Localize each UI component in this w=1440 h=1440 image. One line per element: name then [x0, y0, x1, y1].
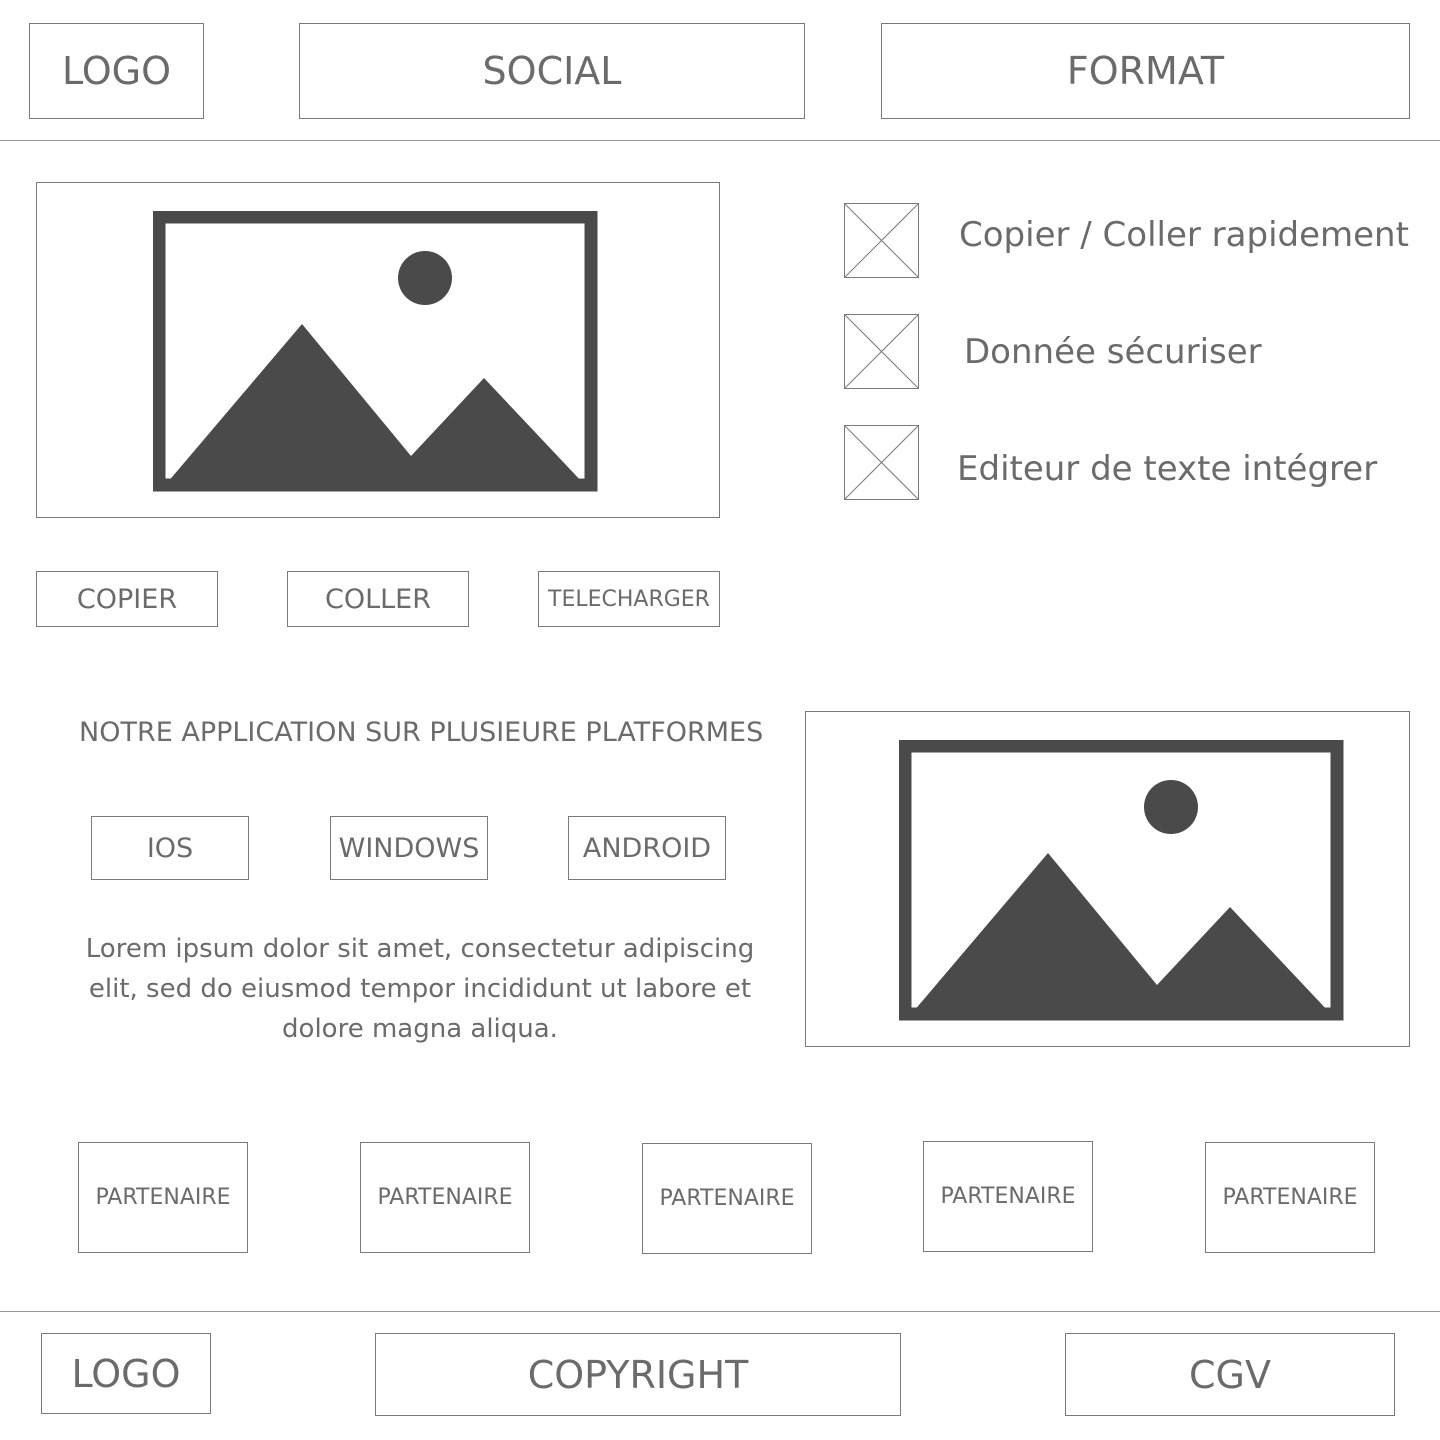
partner-label: PARTENAIRE [95, 1185, 231, 1210]
header-logo-label: LOGO [61, 49, 172, 93]
format-label: FORMAT [1066, 49, 1225, 93]
feature-label: Donnée sécuriser [964, 332, 1262, 372]
cgv-label: CGV [1189, 1352, 1271, 1397]
partner-label: PARTENAIRE [1222, 1185, 1358, 1210]
platforms-description: Lorem ipsum dolor sit amet, consectetur … [85, 934, 755, 1044]
footer-divider [0, 1311, 1440, 1312]
placeholder-x-icon [844, 425, 919, 500]
header-logo[interactable]: LOGO [29, 23, 204, 119]
platforms-title: NOTRE APPLICATION SUR PLUSIEURE PLATFORM… [79, 717, 764, 748]
cgv-link[interactable]: CGV [1065, 1333, 1395, 1416]
windows-button-label: WINDOWS [338, 832, 480, 864]
android-button[interactable]: ANDROID [568, 816, 726, 880]
partner-logo[interactable]: PARTENAIRE [642, 1143, 812, 1254]
copy-button-label: COPIER [76, 583, 178, 615]
feature-label: Editeur de texte intégrer [957, 449, 1378, 489]
copyright-label: COPYRIGHT [527, 1352, 749, 1397]
partner-label: PARTENAIRE [940, 1184, 1076, 1209]
partner-label: PARTENAIRE [659, 1186, 795, 1211]
ios-button[interactable]: IOS [91, 816, 249, 880]
download-button[interactable]: TELECHARGER [538, 571, 720, 627]
partner-logo[interactable]: PARTENAIRE [1205, 1142, 1375, 1253]
image-placeholder-icon [899, 740, 1344, 1021]
format-button[interactable]: FORMAT [881, 23, 1410, 119]
partner-logo[interactable]: PARTENAIRE [360, 1142, 530, 1253]
download-button-label: TELECHARGER [548, 586, 710, 612]
ios-button-label: IOS [146, 832, 194, 864]
header-divider [0, 140, 1440, 141]
paste-button[interactable]: COLLER [287, 571, 469, 627]
paste-button-label: COLLER [324, 583, 431, 615]
hero-image [36, 182, 720, 518]
footer-logo[interactable]: LOGO [41, 1333, 211, 1414]
copyright-link[interactable]: COPYRIGHT [375, 1333, 901, 1416]
social-button[interactable]: SOCIAL [299, 23, 805, 119]
partner-label: PARTENAIRE [377, 1185, 513, 1210]
platforms-image [805, 711, 1410, 1047]
footer-logo-label: LOGO [71, 1351, 181, 1396]
partner-logo[interactable]: PARTENAIRE [923, 1141, 1093, 1252]
social-label: SOCIAL [482, 49, 622, 93]
copy-button[interactable]: COPIER [36, 571, 218, 627]
placeholder-x-icon [844, 314, 919, 389]
partner-logo[interactable]: PARTENAIRE [78, 1142, 248, 1253]
feature-label: Copier / Coller rapidement [959, 215, 1409, 255]
placeholder-x-icon [844, 203, 919, 278]
android-button-label: ANDROID [582, 832, 712, 864]
image-placeholder-icon [153, 211, 598, 492]
windows-button[interactable]: WINDOWS [330, 816, 488, 880]
